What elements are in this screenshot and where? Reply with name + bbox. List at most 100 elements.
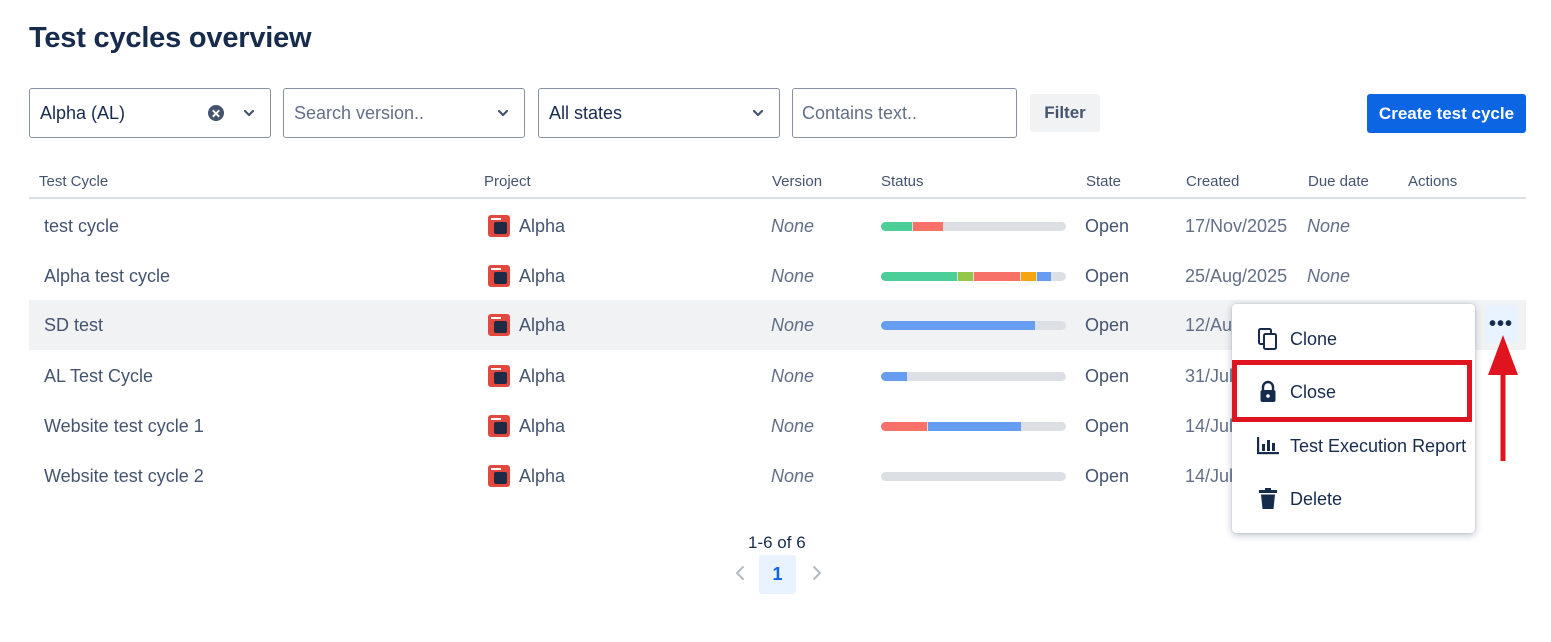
project-name: Alpha xyxy=(519,215,566,236)
project-cell: Alpha xyxy=(488,451,565,501)
project-cell: Alpha xyxy=(488,351,565,401)
state-cell: Open xyxy=(1085,265,1130,286)
trash-icon xyxy=(1259,488,1277,509)
header-due-date[interactable]: Due date xyxy=(1308,173,1369,190)
create-test-cycle-button[interactable]: Create test cycle xyxy=(1367,94,1526,133)
status-bar xyxy=(881,472,1066,481)
project-icon xyxy=(488,365,510,387)
project-icon xyxy=(488,314,510,336)
status-segment xyxy=(881,422,928,431)
version-cell: None xyxy=(771,465,815,486)
project-cell: Alpha xyxy=(488,251,565,301)
due-date-cell: None xyxy=(1307,265,1351,286)
chevron-down-icon xyxy=(243,109,255,117)
project-name: Alpha xyxy=(519,314,566,335)
chevron-down-icon xyxy=(497,109,509,117)
version-cell: None xyxy=(771,415,815,436)
project-select-value: Alpha (AL) xyxy=(40,102,126,123)
menu-item-label: Test Execution Report xyxy=(1290,435,1467,456)
chevron-down-icon xyxy=(752,109,764,117)
project-name: Alpha xyxy=(519,265,566,286)
created-cell: 12/Au xyxy=(1185,314,1233,335)
text-filter-input[interactable]: Contains text.. xyxy=(792,88,1017,138)
project-name: Alpha xyxy=(519,465,566,486)
version-cell: None xyxy=(771,215,815,236)
test-cycle-name[interactable]: AL Test Cycle xyxy=(44,351,153,401)
state-cell: Open xyxy=(1085,314,1130,335)
menu-item-label: Clone xyxy=(1290,328,1338,349)
project-icon xyxy=(488,265,510,287)
page-title: Test cycles overview xyxy=(29,22,312,54)
version-cell: None xyxy=(771,365,815,386)
created-cell: 17/Nov/2025 xyxy=(1185,215,1288,236)
project-name: Alpha xyxy=(519,415,566,436)
project-icon xyxy=(488,215,510,237)
state-select-value: All states xyxy=(549,102,623,123)
menu-item-delete[interactable]: Delete xyxy=(1232,475,1475,523)
status-bar xyxy=(881,272,1066,281)
status-segment xyxy=(881,272,957,281)
annotation-arrow-icon xyxy=(1488,335,1518,461)
chevron-right-icon[interactable] xyxy=(808,563,826,583)
test-cycle-name[interactable]: Website test cycle 2 xyxy=(44,451,204,501)
created-cell: 14/Jul xyxy=(1185,465,1234,486)
filter-button[interactable]: Filter xyxy=(1030,94,1100,132)
menu-item-test-execution-report[interactable]: Test Execution Report xyxy=(1232,422,1475,470)
state-cell: Open xyxy=(1085,415,1130,436)
test-cycle-name[interactable]: Website test cycle 1 xyxy=(44,401,204,451)
created-cell: 14/Jul xyxy=(1185,415,1234,436)
version-cell: None xyxy=(771,265,815,286)
header-actions: Actions xyxy=(1408,173,1458,190)
state-select[interactable]: All states xyxy=(538,88,780,138)
project-name: Alpha xyxy=(519,365,566,386)
status-segment xyxy=(913,222,944,231)
due-date-cell: None xyxy=(1307,215,1351,236)
test-cycle-name[interactable]: Alpha test cycle xyxy=(44,251,170,301)
project-select[interactable]: Alpha (AL) xyxy=(29,88,271,138)
text-filter-placeholder: Contains text.. xyxy=(802,102,918,123)
status-segment xyxy=(957,272,973,281)
state-cell: Open xyxy=(1085,215,1130,236)
version-search-select[interactable]: Search version.. xyxy=(283,88,525,138)
project-icon xyxy=(488,465,510,487)
status-segment xyxy=(881,222,913,231)
annotation-highlight-box xyxy=(1232,360,1472,422)
project-icon xyxy=(488,415,510,437)
status-segment xyxy=(1036,272,1052,281)
table-row[interactable]: test cycle Alpha None Open 17/Nov/2025 N… xyxy=(29,201,1526,251)
clone-icon xyxy=(1258,328,1277,350)
table-row[interactable]: Alpha test cycle Alpha None Open 25/Aug/… xyxy=(29,251,1526,301)
created-cell: 31/Jul xyxy=(1185,365,1234,386)
status-segment xyxy=(1020,272,1036,281)
header-project[interactable]: Project xyxy=(484,173,531,190)
clear-icon[interactable] xyxy=(208,105,224,121)
header-state[interactable]: State xyxy=(1086,173,1121,190)
header-status: Status xyxy=(881,173,924,190)
status-bar xyxy=(881,372,1066,381)
header-test-cycle[interactable]: Test Cycle xyxy=(39,173,108,190)
version-cell: None xyxy=(771,314,815,335)
created-cell: 25/Aug/2025 xyxy=(1185,265,1288,286)
status-segment xyxy=(881,321,1035,330)
version-search-placeholder: Search version.. xyxy=(294,102,425,123)
header-version[interactable]: Version xyxy=(772,173,822,190)
bar-chart-icon xyxy=(1257,437,1279,455)
state-cell: Open xyxy=(1085,365,1130,386)
status-segment xyxy=(928,422,1021,431)
pagination-summary: 1-6 of 6 xyxy=(748,533,806,552)
status-bar xyxy=(881,222,1066,231)
project-cell: Alpha xyxy=(488,201,565,251)
header-divider xyxy=(29,197,1526,199)
menu-item-label: Delete xyxy=(1290,488,1343,509)
status-bar xyxy=(881,422,1066,431)
page-button[interactable]: 1 xyxy=(759,555,796,594)
project-cell: Alpha xyxy=(488,401,565,451)
state-cell: Open xyxy=(1085,465,1130,486)
header-created[interactable]: Created xyxy=(1186,173,1239,190)
chevron-left-icon[interactable] xyxy=(731,563,749,583)
test-cycle-name[interactable]: SD test xyxy=(44,300,103,350)
test-cycle-name[interactable]: test cycle xyxy=(44,201,119,251)
status-segment xyxy=(973,272,1020,281)
menu-item-clone[interactable]: Clone xyxy=(1232,315,1475,363)
status-bar xyxy=(881,321,1066,330)
